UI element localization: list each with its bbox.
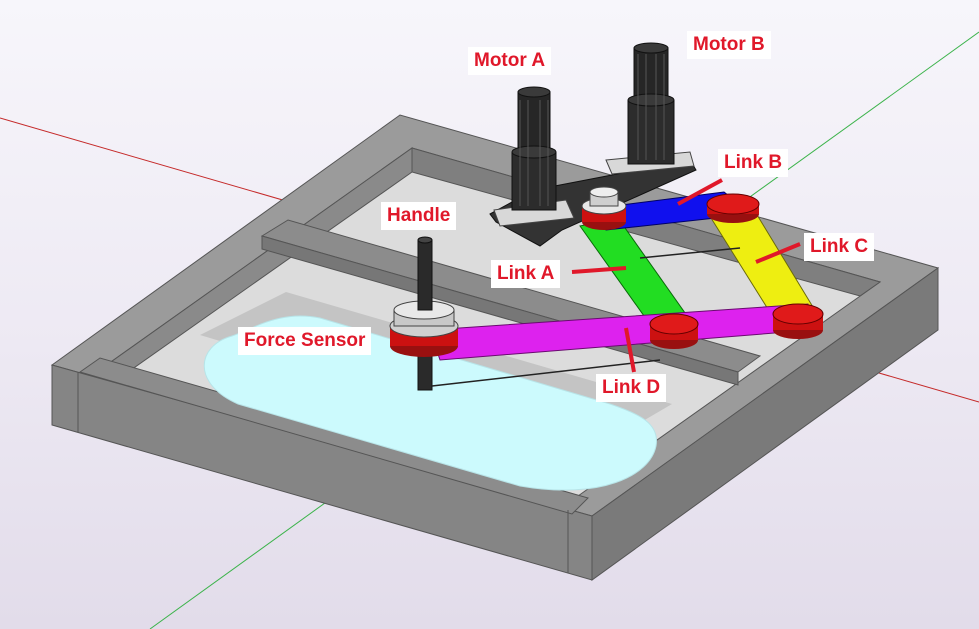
label-link-a: Link A	[491, 260, 561, 288]
joint-b-right	[706, 193, 760, 223]
label-motor-a: Motor A	[468, 47, 552, 75]
label-force-sensor: Force Sensor	[238, 327, 372, 355]
joint-d-right	[772, 303, 824, 339]
motor-a	[511, 86, 557, 211]
label-motor-b: Motor B	[687, 31, 771, 59]
label-link-d: Link D	[596, 374, 667, 402]
label-link-b: Link B	[718, 149, 789, 177]
linkage-scene	[0, 31, 979, 629]
motor-b	[627, 42, 675, 165]
label-handle: Handle	[381, 202, 457, 230]
handle	[417, 236, 433, 311]
handle-shaft-lower	[417, 351, 433, 391]
joint-d-middle	[649, 313, 699, 349]
label-link-c: Link C	[804, 233, 875, 261]
